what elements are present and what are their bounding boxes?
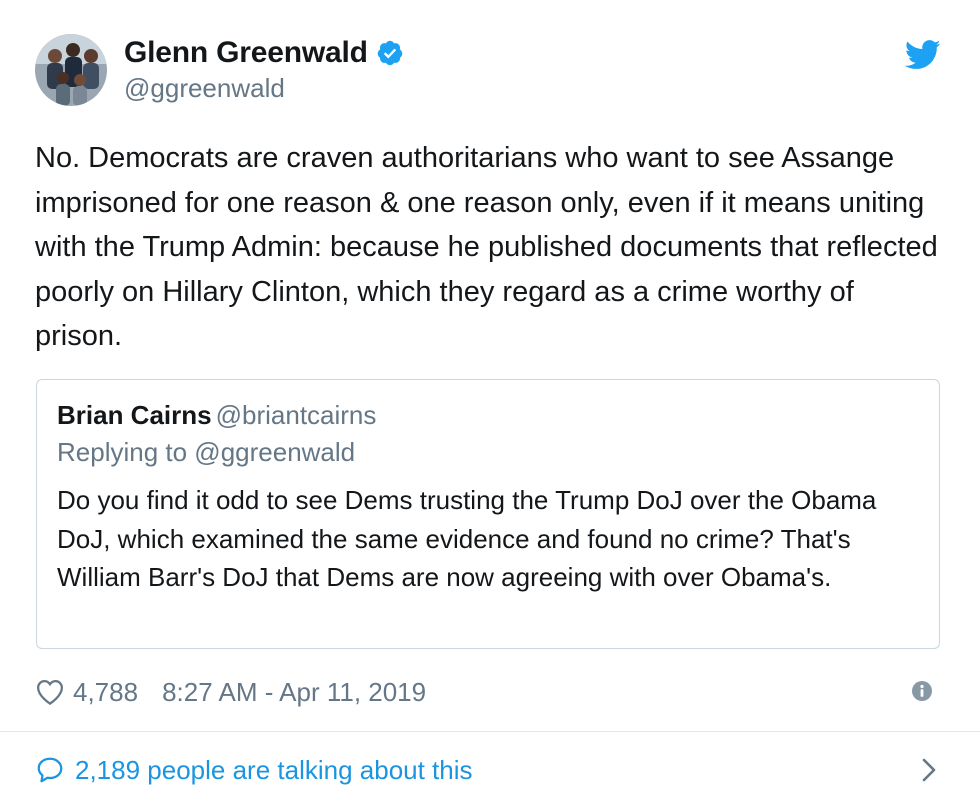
divider — [0, 731, 980, 732]
conversation-link[interactable]: 2,189 people are talking about this — [35, 748, 945, 792]
talking-about-text: 2,189 people are talking about this — [75, 754, 473, 785]
info-icon[interactable] — [911, 680, 933, 702]
avatar[interactable] — [35, 34, 107, 106]
tweet-meta: 4,788 8:27 AM - Apr 11, 2019 — [35, 672, 945, 712]
tweet-text: No. Democrats are craven authoritarians … — [35, 142, 938, 352]
tweet-header: Glenn Greenwald @ggreenwald — [35, 33, 404, 107]
author-handle[interactable]: @ggreenwald — [124, 73, 404, 104]
quoted-tweet-header: Brian Cairns @briantcairns — [57, 400, 376, 431]
verified-badge-icon — [377, 40, 402, 66]
tweet-card: Glenn Greenwald @ggreenwald No. Democrat… — [0, 0, 980, 809]
like-count[interactable]: 4,788 — [73, 677, 138, 708]
quoted-replying-to: Replying to @ggreenwald — [57, 437, 356, 467]
author-display-name[interactable]: Glenn Greenwald — [124, 36, 368, 70]
quoted-tweet[interactable]: Brian Cairns @briantcairns Replying to @g… — [36, 379, 940, 649]
name-row: Glenn Greenwald — [124, 36, 404, 70]
chevron-right-icon[interactable] — [921, 757, 937, 783]
tweet-timestamp[interactable]: 8:27 AM - Apr 11, 2019 — [162, 677, 426, 708]
heart-icon[interactable] — [35, 678, 65, 706]
speech-bubble-icon — [37, 757, 63, 783]
quoted-author-name: Brian Cairns — [57, 400, 212, 430]
author-names: Glenn Greenwald @ggreenwald — [124, 36, 404, 104]
quoted-tweet-text: Do you find it odd to see Dems trusting … — [57, 485, 877, 592]
twitter-bird-icon[interactable] — [905, 40, 941, 70]
quoted-author-handle: @briantcairns — [215, 400, 377, 430]
